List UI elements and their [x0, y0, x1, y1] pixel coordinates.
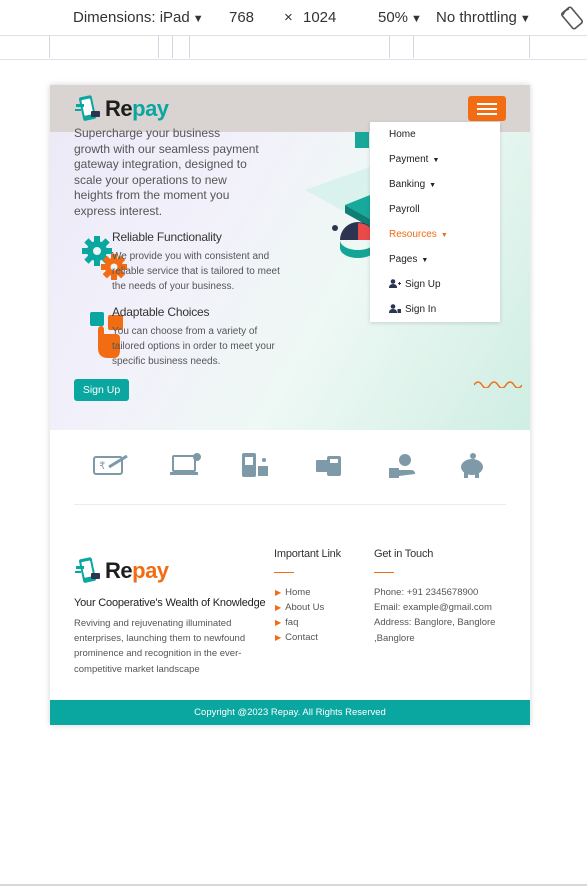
feature-desc-adaptable: You can choose from a variety of tailore… [112, 326, 275, 367]
site-footer: Repay Your Cooperative's Wealth of Knowl… [50, 505, 530, 700]
rotate-icon[interactable] [560, 6, 584, 30]
contact-phone: Phone: +91 2345678900 [374, 587, 479, 598]
menu-item-payroll[interactable]: Payroll [389, 204, 420, 215]
logo-text-re: Re [105, 558, 133, 583]
footer-link-faq[interactable]: ▶ faq [275, 617, 298, 628]
devtools-toolbar: Dimensions: iPad ▼ 768 × 1024 50% ▼ No thr… [0, 0, 587, 36]
footer-logo[interactable]: Repay [74, 555, 169, 587]
zoom-dropdown[interactable]: 50% ▼ [378, 9, 422, 26]
caret-down-icon: ▼ [429, 182, 437, 189]
hero-signup-button[interactable]: Sign Up [74, 379, 129, 401]
feature-title-adaptable: Adaptable Choices [112, 305, 210, 319]
footer-link-contact[interactable]: ▶ Contact [275, 632, 318, 643]
mobile-wallet-icon [242, 453, 268, 477]
logo-text-pay: pay [132, 558, 169, 583]
device-ruler [0, 36, 587, 60]
feature-title-reliable: Reliable Functionality [112, 230, 222, 244]
logo-wordmark: Repay [105, 558, 169, 584]
logo-wordmark: Repay [105, 96, 169, 122]
menu-item-pages[interactable]: Pages ▼ [389, 254, 428, 265]
svg-text:₹: ₹ [99, 461, 105, 472]
menu-item-sign-up[interactable]: Sign Up [389, 279, 441, 290]
footer-contact-title: Get in Touch [374, 548, 434, 560]
caret-right-icon: ▶ [275, 618, 282, 627]
footer-description: Reviving and rejuvenating illuminated en… [74, 618, 246, 675]
height-input[interactable]: 1024 [303, 9, 336, 26]
feature-desc-reliable: We provide you with consistent and relia… [112, 251, 280, 292]
times-icon: × [284, 9, 293, 26]
caret-down-icon: ▼ [432, 157, 440, 164]
zoom-label: 50% [378, 9, 409, 26]
caret-right-icon: ▶ [275, 588, 282, 597]
device-label: Dimensions: iPad [73, 9, 190, 26]
ruler-tick [529, 36, 530, 58]
nav-dropdown-menu: Home Payment ▼ Banking ▼ Payroll Resources… [370, 122, 500, 322]
ruler-tick [189, 36, 190, 58]
caret-right-icon: ▶ [275, 633, 282, 642]
logo-text-pay: pay [132, 96, 169, 121]
caret-right-icon: ▶ [275, 603, 282, 612]
menu-item-sign-in[interactable]: Sign In [389, 304, 436, 315]
caret-down-icon: ▼ [440, 232, 448, 239]
services-row: ₹ [50, 430, 530, 505]
logo-text-re: Re [105, 96, 133, 121]
menu-item-payment[interactable]: Payment ▼ [389, 154, 439, 165]
heading-underline [274, 572, 294, 573]
cheque-icon: ₹ [93, 454, 128, 475]
user-lock-icon [389, 304, 401, 313]
device-dropdown[interactable]: Dimensions: iPad ▼ [73, 9, 204, 26]
hero-section: Repay Supercharge your business growth w… [50, 85, 530, 430]
site-logo[interactable]: Repay [74, 93, 169, 125]
hand-coin-icon [389, 454, 415, 478]
piggy-bank-icon [461, 453, 483, 478]
footer-links-title: Important Link [274, 548, 341, 560]
ruler-tick [49, 36, 50, 58]
chevron-down-icon: ▼ [192, 13, 204, 25]
throttling-label: No throttling [436, 9, 517, 26]
contact-email: Email: example@gmail.com [374, 602, 492, 614]
heading-underline [374, 572, 394, 573]
ruler-tick [158, 36, 159, 58]
hamburger-bar [477, 108, 497, 110]
menu-item-home[interactable]: Home [389, 129, 416, 140]
throttling-dropdown[interactable]: No throttling ▼ [436, 9, 531, 26]
caret-down-icon: ▼ [421, 257, 429, 264]
chevron-down-icon: ▼ [411, 13, 422, 25]
ruler-tick [413, 36, 414, 58]
menu-item-banking[interactable]: Banking ▼ [389, 179, 436, 190]
copyright-bar: Copyright @2023 Repay. All Rights Reserv… [50, 700, 530, 725]
wave-decoration-icon [474, 381, 522, 388]
footer-tagline: Your Cooperative's Wealth of Knowledge [74, 597, 266, 609]
hamburger-bar [477, 113, 497, 115]
menu-toggle-button[interactable] [468, 96, 506, 121]
hamburger-bar [477, 103, 497, 105]
menu-item-resources[interactable]: Resources ▼ [389, 229, 448, 240]
card-calculator-icon [316, 456, 341, 476]
footer-link-home[interactable]: ▶ Home [275, 587, 311, 598]
chevron-down-icon: ▼ [519, 13, 531, 25]
footer-link-about[interactable]: ▶ About Us [275, 602, 324, 613]
contact-address: Address: Banglore, Banglore ,Banglore [374, 617, 496, 644]
footer-contact-info: Phone: +91 2345678900 Email: example@gma… [374, 585, 514, 646]
ruler-tick [172, 36, 173, 58]
emulated-page: Repay Supercharge your business growth w… [50, 85, 530, 725]
phone-logo-icon [75, 557, 100, 583]
width-input[interactable]: 768 [229, 9, 254, 26]
laptop-payment-icon [170, 453, 201, 475]
ruler-tick [389, 36, 390, 58]
phone-logo-icon [75, 95, 100, 121]
hero-description: Supercharge your business growth with ou… [74, 126, 259, 218]
user-plus-icon [389, 279, 401, 288]
